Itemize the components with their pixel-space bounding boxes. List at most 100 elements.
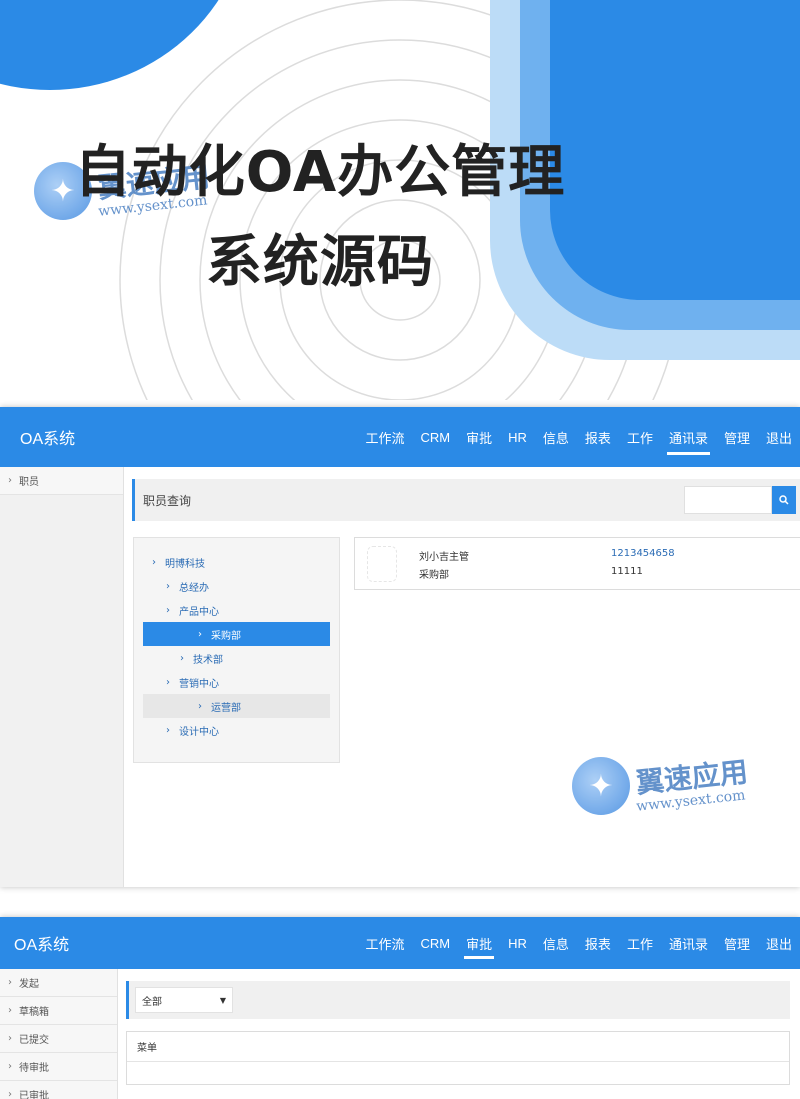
chevron-right-icon: ›: [166, 580, 170, 592]
tree-node[interactable]: › 运营部: [143, 694, 330, 718]
page-title: 职员查询: [143, 493, 192, 508]
query-bar: 职员查询: [132, 479, 800, 521]
sidebar-item-label: 职员: [19, 477, 39, 488]
tree-node-label: 总经办: [179, 582, 209, 594]
tree-node[interactable]: › 设计中心: [134, 718, 339, 742]
table-header-label: 菜单: [137, 1043, 157, 1054]
filter-bar: 全部 ▼: [126, 981, 790, 1019]
chevron-right-icon: ›: [8, 1005, 12, 1016]
approval-table: 菜单: [126, 1031, 790, 1085]
hero-title-line2: 系统源码: [206, 230, 434, 295]
top-navbar: OA系统 工作流 CRM 审批 HR 信息 报表 工作 通讯录 管理 退出: [0, 917, 800, 969]
tree-node[interactable]: › 明博科技: [134, 550, 339, 574]
tree-node-label: 技术部: [193, 654, 223, 666]
search-input[interactable]: [684, 486, 772, 514]
nav-item[interactable]: CRM: [413, 407, 459, 467]
tree-node[interactable]: › 营销中心: [134, 670, 339, 694]
search-icon: [779, 495, 789, 505]
nav-item[interactable]: 报表: [577, 407, 619, 467]
tree-node-label: 明博科技: [165, 558, 205, 570]
sidebar-item-label: 已审批: [19, 1091, 49, 1099]
hero-banner: ✦ 翼速应用 www.ysext.com 自动化OA办公管理 系统源码: [0, 0, 800, 400]
table-header: 菜单: [127, 1032, 789, 1062]
nav-item[interactable]: 通讯录: [661, 917, 716, 969]
watermark-mid: ✦ 翼速应用 www.ysext.com: [572, 755, 749, 815]
chevron-right-icon: ›: [166, 604, 170, 616]
brand-logo[interactable]: OA系统: [14, 931, 69, 955]
tree-node[interactable]: › 产品中心: [134, 598, 339, 622]
sidebar: › 发起 › 草稿箱 › 已提交 › 待审批 › 已审批: [0, 969, 118, 1099]
employee-dept: 采购部: [419, 570, 449, 581]
nav-item[interactable]: 通讯录: [661, 407, 716, 467]
main-content: 职员查询 › 明博科技 › 总经办 › 产品中心 › 采购部 › 技术部 › 营销中心 › 运营部 › 设计中…: [124, 467, 800, 887]
sidebar-item[interactable]: › 发起: [0, 969, 117, 997]
chevron-right-icon: ›: [198, 628, 202, 640]
sidebar-item-label: 待审批: [19, 1063, 49, 1074]
screenshot-contacts: OA系统 工作流 CRM 审批 HR 信息 报表 工作 通讯录 管理 退出 › 职员 职员查询 › 明…: [0, 407, 800, 887]
search-box: [684, 486, 796, 514]
watermark-logo-icon: ✦: [572, 757, 630, 815]
nav-item[interactable]: HR: [500, 917, 535, 969]
nav-item[interactable]: 审批: [458, 917, 500, 969]
nav-item[interactable]: 管理: [716, 917, 758, 969]
nav-item[interactable]: 工作流: [357, 407, 412, 467]
nav-item[interactable]: 管理: [716, 407, 758, 467]
sidebar-item-label: 发起: [19, 979, 39, 990]
nav-item[interactable]: 工作: [619, 917, 661, 969]
avatar: [367, 546, 397, 582]
chevron-right-icon: ›: [8, 1061, 12, 1072]
employee-phone-link[interactable]: 1213454658: [611, 548, 675, 559]
main-nav: 工作流 CRM 审批 HR 信息 报表 工作 通讯录 管理 退出: [357, 917, 800, 969]
chevron-right-icon: ›: [180, 652, 184, 664]
status-select-value: 全部: [142, 996, 162, 1008]
chevron-right-icon: ›: [166, 724, 170, 736]
employee-extension: 11111: [611, 566, 643, 577]
nav-item[interactable]: 信息: [535, 917, 577, 969]
nav-item[interactable]: 审批: [458, 407, 500, 467]
hero-title-line1: 自动化OA办公管理: [74, 140, 566, 205]
nav-item[interactable]: 信息: [535, 407, 577, 467]
tree-node[interactable]: › 总经办: [134, 574, 339, 598]
top-navbar: OA系统 工作流 CRM 审批 HR 信息 报表 工作 通讯录 管理 退出: [0, 407, 800, 467]
nav-item[interactable]: 退出: [758, 917, 800, 969]
sidebar-item[interactable]: › 草稿箱: [0, 997, 117, 1025]
nav-item[interactable]: CRM: [413, 917, 459, 969]
brand-logo[interactable]: OA系统: [20, 425, 75, 449]
nav-item[interactable]: 工作流: [357, 917, 412, 969]
chevron-right-icon: ›: [198, 700, 202, 712]
main-nav: 工作流 CRM 审批 HR 信息 报表 工作 通讯录 管理 退出: [357, 407, 800, 467]
chevron-right-icon: ›: [8, 475, 12, 486]
screenshot-approval: OA系统 工作流 CRM 审批 HR 信息 报表 工作 通讯录 管理 退出 › 发起 › 草稿箱 › 已提交…: [0, 917, 800, 1099]
sidebar-item[interactable]: › 职员: [0, 467, 123, 495]
tree-node[interactable]: › 技术部: [134, 646, 339, 670]
sidebar-item[interactable]: › 待审批: [0, 1053, 117, 1081]
tree-node[interactable]: › 采购部: [143, 622, 330, 646]
org-tree: › 明博科技 › 总经办 › 产品中心 › 采购部 › 技术部 › 营销中心 › 运营部 › 设计中心: [133, 537, 340, 763]
nav-item[interactable]: HR: [500, 407, 535, 467]
nav-item[interactable]: 报表: [577, 917, 619, 969]
employee-name: 刘小吉主管: [419, 552, 469, 563]
chevron-right-icon: ›: [8, 977, 12, 988]
search-button[interactable]: [772, 486, 796, 514]
sidebar-item-label: 已提交: [19, 1035, 49, 1046]
nav-item[interactable]: 退出: [758, 407, 800, 467]
sidebar-item[interactable]: › 已审批: [0, 1081, 117, 1099]
caret-down-icon: ▼: [219, 995, 226, 1005]
tree-node-label: 设计中心: [179, 726, 219, 738]
chevron-right-icon: ›: [166, 676, 170, 688]
employee-card[interactable]: 刘小吉主管 采购部 1213454658 11111: [354, 537, 800, 590]
sidebar-item[interactable]: › 已提交: [0, 1025, 117, 1053]
nav-item[interactable]: 工作: [619, 407, 661, 467]
sidebar: › 职员: [0, 467, 124, 887]
status-select[interactable]: 全部 ▼: [135, 987, 233, 1013]
chevron-right-icon: ›: [152, 556, 156, 568]
hero-title: 自动化OA办公管理 系统源码: [40, 128, 600, 308]
sidebar-item-label: 草稿箱: [19, 1007, 49, 1018]
main-content: 全部 ▼ 菜单: [118, 969, 800, 1099]
chevron-right-icon: ›: [8, 1089, 12, 1099]
tree-node-label: 采购部: [211, 630, 241, 642]
chevron-right-icon: ›: [8, 1033, 12, 1044]
tree-node-label: 产品中心: [179, 606, 219, 618]
tree-node-label: 营销中心: [179, 678, 219, 690]
tree-node-label: 运营部: [211, 702, 241, 714]
